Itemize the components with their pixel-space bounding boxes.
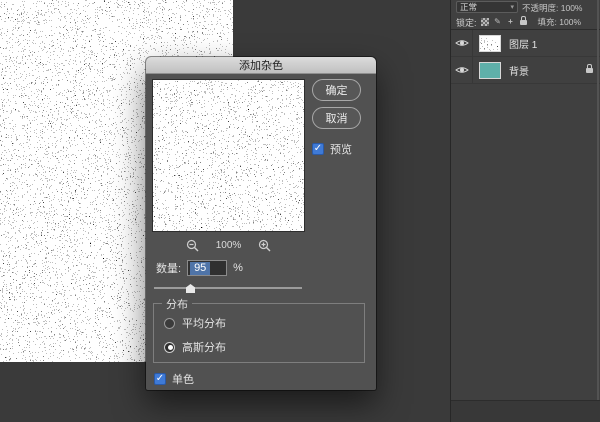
gaussian-label: 高斯分布 (182, 339, 226, 355)
radio-selected-icon[interactable] (164, 342, 175, 353)
layer-name[interactable]: 背景 (509, 63, 586, 78)
opacity-control[interactable]: 不透明度: 100% (522, 2, 583, 14)
amount-value: 95 (190, 262, 210, 275)
cancel-button-label: 取消 (326, 110, 348, 126)
noise-thumbnail-image (480, 36, 500, 51)
blend-mode-value: 正常 (460, 1, 477, 13)
chevron-down-icon: ▾ (510, 3, 514, 11)
dialog-titlebar[interactable]: 添加杂色 (146, 57, 376, 74)
checkbox-checked-icon[interactable]: ✓ (154, 373, 166, 385)
opacity-label: 不透明度: (522, 3, 558, 13)
zoom-level: 100% (216, 240, 242, 251)
amount-row: 数量: 95 % (156, 260, 243, 276)
checkbox-checked-icon[interactable]: ✓ (312, 143, 324, 155)
amount-unit: % (233, 262, 243, 274)
lock-pixels-icon[interactable]: ✎ (493, 17, 503, 27)
lock-row-label: 锁定: (456, 16, 477, 29)
gaussian-option[interactable]: 高斯分布 (164, 339, 226, 355)
monochromatic-checkbox[interactable]: ✓ 单色 (154, 371, 194, 387)
lock-icons: ✎ + (480, 17, 529, 27)
radio-unselected-icon[interactable] (164, 318, 175, 329)
fill-value: 100% (559, 17, 581, 27)
panel-footer (451, 400, 600, 422)
layer-lock-icon (586, 65, 593, 75)
row-divider (451, 83, 600, 84)
noise-preview[interactable] (152, 79, 305, 232)
layers-lock-row: 锁定: ✎ + 填充: 100% (451, 15, 600, 29)
zoom-out-icon (186, 239, 199, 252)
layer-row-1[interactable]: 图层 1 (451, 30, 600, 56)
amount-input[interactable]: 95 (187, 260, 227, 276)
layer-thumbnail[interactable] (479, 62, 501, 79)
zoom-out-button[interactable] (186, 238, 200, 252)
lock-all-icon[interactable] (519, 17, 529, 27)
panel-scrollbar[interactable] (597, 0, 599, 400)
eye-icon (455, 65, 469, 75)
layer-thumbnail[interactable] (479, 35, 501, 52)
blend-mode-select[interactable]: 正常 ▾ (456, 1, 518, 13)
amount-label: 数量: (156, 260, 181, 276)
monochromatic-label: 单色 (172, 371, 194, 387)
distribution-group: 平均分布 高斯分布 (153, 303, 365, 363)
zoom-in-icon (258, 239, 271, 252)
distribution-label: 分布 (162, 296, 192, 312)
dialog-title: 添加杂色 (239, 57, 283, 73)
fill-label: 填充: (538, 17, 557, 27)
preview-noise-image (153, 80, 304, 231)
layer-name[interactable]: 图层 1 (509, 36, 600, 51)
visibility-toggle[interactable] (451, 30, 473, 56)
eye-icon (455, 38, 469, 48)
ok-button[interactable]: 确定 (312, 79, 361, 101)
fill-control[interactable]: 填充: 100% (538, 16, 582, 28)
lock-position-icon[interactable]: + (506, 17, 516, 27)
preview-checkbox[interactable]: ✓ 预览 (312, 141, 352, 157)
visibility-toggle[interactable] (451, 57, 473, 83)
zoom-controls: 100% (152, 237, 305, 253)
lock-transparency-icon[interactable] (480, 17, 490, 27)
layers-panel: 正常 ▾ 不透明度: 100% 锁定: ✎ + 填充: 100% (450, 0, 600, 422)
uniform-label: 平均分布 (182, 315, 226, 331)
amount-slider-track[interactable] (154, 287, 302, 289)
amount-slider-thumb[interactable] (186, 284, 195, 293)
layers-options-row: 正常 ▾ 不透明度: 100% (451, 0, 600, 14)
cancel-button[interactable]: 取消 (312, 107, 361, 129)
ok-button-label: 确定 (326, 82, 348, 98)
opacity-value: 100% (561, 3, 583, 13)
preview-label: 预览 (330, 141, 352, 157)
layer-row-background[interactable]: 背景 (451, 57, 600, 83)
add-noise-dialog: 添加杂色 100% 数量: 95 % (146, 57, 376, 390)
zoom-in-button[interactable] (257, 238, 271, 252)
uniform-option[interactable]: 平均分布 (164, 315, 226, 331)
